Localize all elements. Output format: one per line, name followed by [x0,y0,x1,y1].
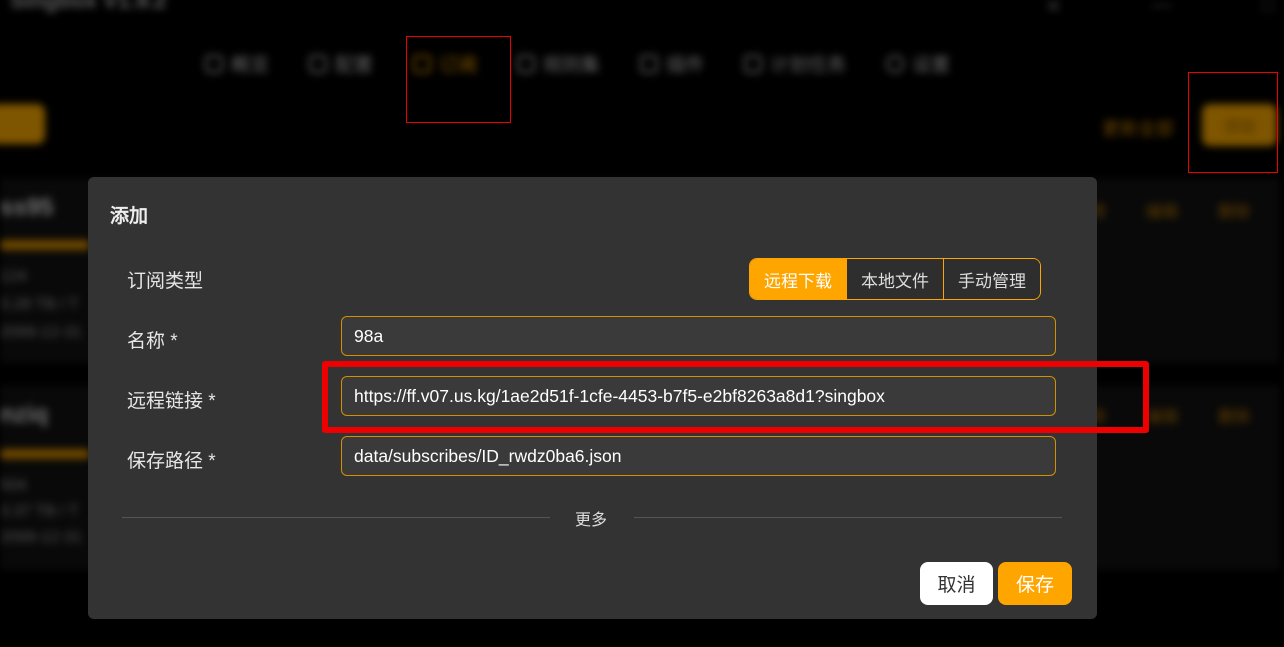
type-label: 订阅类型 [127,271,204,292]
nav-item-rulesets[interactable]: 规则集 [517,50,600,77]
url-highlight-box [322,361,1149,433]
plugin-icon [640,54,659,73]
cancel-button[interactable]: 取消 [920,562,993,605]
delete-button[interactable]: 删除 [1218,198,1250,222]
nav-highlight-box [406,36,511,123]
nav-item-settings[interactable]: 设置 [886,50,950,77]
type-option-manual[interactable]: 手动管理 [943,259,1040,299]
card-name: ss95 [0,194,54,221]
save-button[interactable]: 保存 [998,562,1072,605]
add-button-highlight-box [1188,72,1278,173]
nav-item-profiles[interactable]: 配置 [309,50,373,77]
nav-item-overview[interactable]: 概览 [205,50,269,77]
card-name: nziq [0,401,48,428]
type-option-local[interactable]: 本地文件 [846,259,943,299]
minimize-icon[interactable]: — [1152,0,1172,19]
save-path-label: 保存路径 * [127,451,216,472]
grid-icon [205,54,223,73]
card-actions: 使用 编辑 删除 [1074,198,1250,222]
usage-bar [0,449,90,459]
ruleset-icon [517,54,536,73]
left-action-button[interactable] [0,104,45,144]
window-controls: ✕ — □ [1045,0,1274,19]
more-toggle[interactable]: 更多 [575,506,607,530]
save-path-input[interactable] [341,436,1056,476]
dialog-title: 添加 [110,206,149,227]
app-title: Singbox V1.9.2 [10,0,167,13]
update-all-button[interactable]: 更新全部 [1102,115,1174,141]
settings-icon [886,54,905,73]
divider-right [634,517,1062,518]
calendar-icon [744,54,763,73]
remote-url-label: 远程链接 * [127,391,216,412]
edit-button[interactable]: 编辑 [1146,198,1178,222]
name-label: 名称 * [127,331,178,352]
subscription-type-selector: 远程下载 本地文件 手动管理 [749,258,1041,300]
layers-icon [309,54,328,73]
type-option-remote[interactable]: 远程下载 [750,259,846,299]
edit-button[interactable]: 编辑 [1146,403,1178,427]
maximize-icon[interactable]: □ [1262,0,1274,19]
divider-left [122,517,550,518]
nav-item-scheduled-tasks[interactable]: 计划任务 [744,50,846,77]
usage-bar [0,240,90,250]
main-nav: 概览 配置 订阅 规则集 插件 计划任务 设置 [205,50,950,77]
name-input[interactable] [341,316,1056,356]
nav-item-plugins[interactable]: 插件 [640,50,704,77]
delete-button[interactable]: 删除 [1218,403,1250,427]
pin-icon[interactable]: ✕ [1045,0,1062,19]
